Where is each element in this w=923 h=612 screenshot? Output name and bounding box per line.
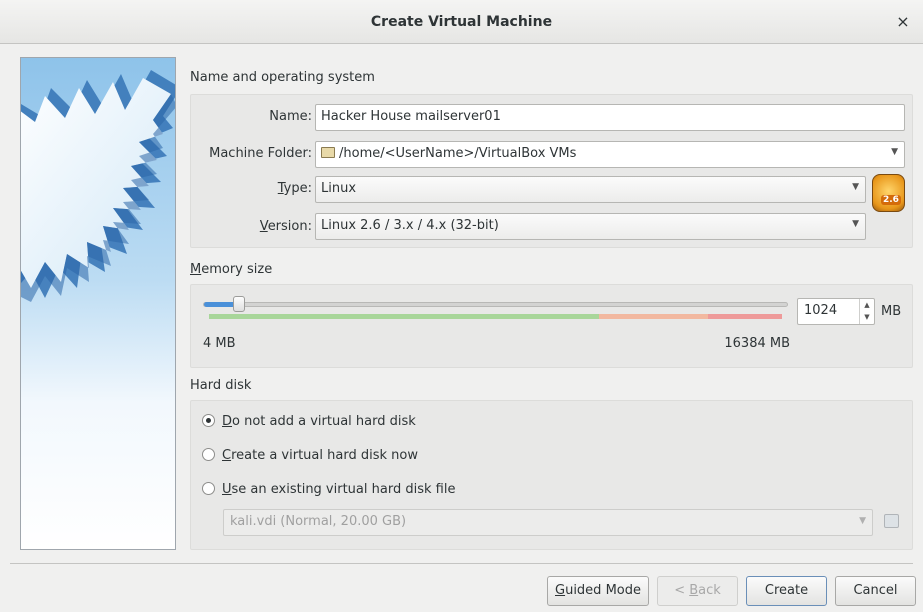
memory-min-label: 4 MB (203, 336, 236, 351)
machine-folder-value: /home/<UserName>/VirtualBox VMs (339, 146, 577, 161)
cancel-button[interactable]: Cancel (835, 576, 916, 606)
radio-no-disk[interactable]: Do not add a virtual hard disk (202, 414, 416, 429)
memory-max-label: 16384 MB (724, 336, 790, 351)
radio-button[interactable] (202, 414, 215, 427)
create-button[interactable]: Create (746, 576, 827, 606)
radio-button[interactable] (202, 448, 215, 461)
window-title: Create Virtual Machine (370, 14, 553, 30)
close-icon[interactable]: × (893, 12, 913, 32)
hard-disk-section-title: Hard disk (190, 378, 252, 393)
wizard-banner-image (20, 57, 176, 550)
linux-os-icon: 2.6 (872, 174, 905, 212)
memory-scale-safe (209, 314, 599, 319)
chevron-down-icon: ▼ (852, 182, 859, 192)
existing-disk-value: kali.vdi (Normal, 20.00 GB) (230, 514, 407, 529)
spin-arrows-icon[interactable]: ▲ ▼ (859, 299, 874, 324)
type-select[interactable]: Linux ▼ (315, 176, 866, 203)
memory-unit: MB (881, 304, 902, 319)
radio-button[interactable] (202, 482, 215, 495)
title-bar: Create Virtual Machine × (0, 0, 923, 44)
chevron-down-icon[interactable]: ▼ (891, 147, 898, 157)
chevron-down-icon: ▼ (859, 516, 866, 526)
back-button: < Back (657, 576, 738, 606)
separator (10, 563, 913, 564)
version-select[interactable]: Linux 2.6 / 3.x / 4.x (32-bit) ▼ (315, 213, 866, 240)
machine-folder-combo[interactable]: /home/<UserName>/VirtualBox VMs ▼ (315, 141, 905, 168)
memory-section-title: Memory size (190, 262, 273, 277)
version-value: Linux 2.6 / 3.x / 4.x (32-bit) (321, 218, 499, 233)
radio-existing-disk[interactable]: Use an existing virtual hard disk file (202, 482, 455, 497)
name-label: Name: (269, 109, 312, 124)
memory-slider-handle[interactable] (233, 296, 245, 312)
memory-scale-warn (599, 314, 708, 319)
memory-slider-track[interactable] (203, 302, 788, 307)
name-os-section-title: Name and operating system (190, 70, 375, 85)
folder-icon (321, 147, 335, 158)
type-label: Type: (277, 181, 312, 196)
choose-disk-file-icon (884, 514, 899, 528)
radio-create-disk[interactable]: Create a virtual hard disk now (202, 448, 418, 463)
machine-folder-label: Machine Folder: (209, 146, 312, 161)
memory-scale-bar (209, 314, 782, 319)
guided-mode-button[interactable]: Guided Mode (547, 576, 649, 606)
name-input[interactable]: Hacker House mailserver01 (315, 104, 905, 131)
existing-disk-select: kali.vdi (Normal, 20.00 GB) ▼ (223, 509, 873, 536)
memory-value: 1024 (804, 303, 838, 318)
memory-group (190, 284, 913, 368)
type-value: Linux (321, 181, 357, 196)
memory-spinbox[interactable]: 1024 ▲ ▼ (797, 298, 875, 325)
chevron-down-icon: ▼ (852, 219, 859, 229)
version-label: Version: (259, 219, 312, 234)
memory-scale-danger (708, 314, 782, 319)
